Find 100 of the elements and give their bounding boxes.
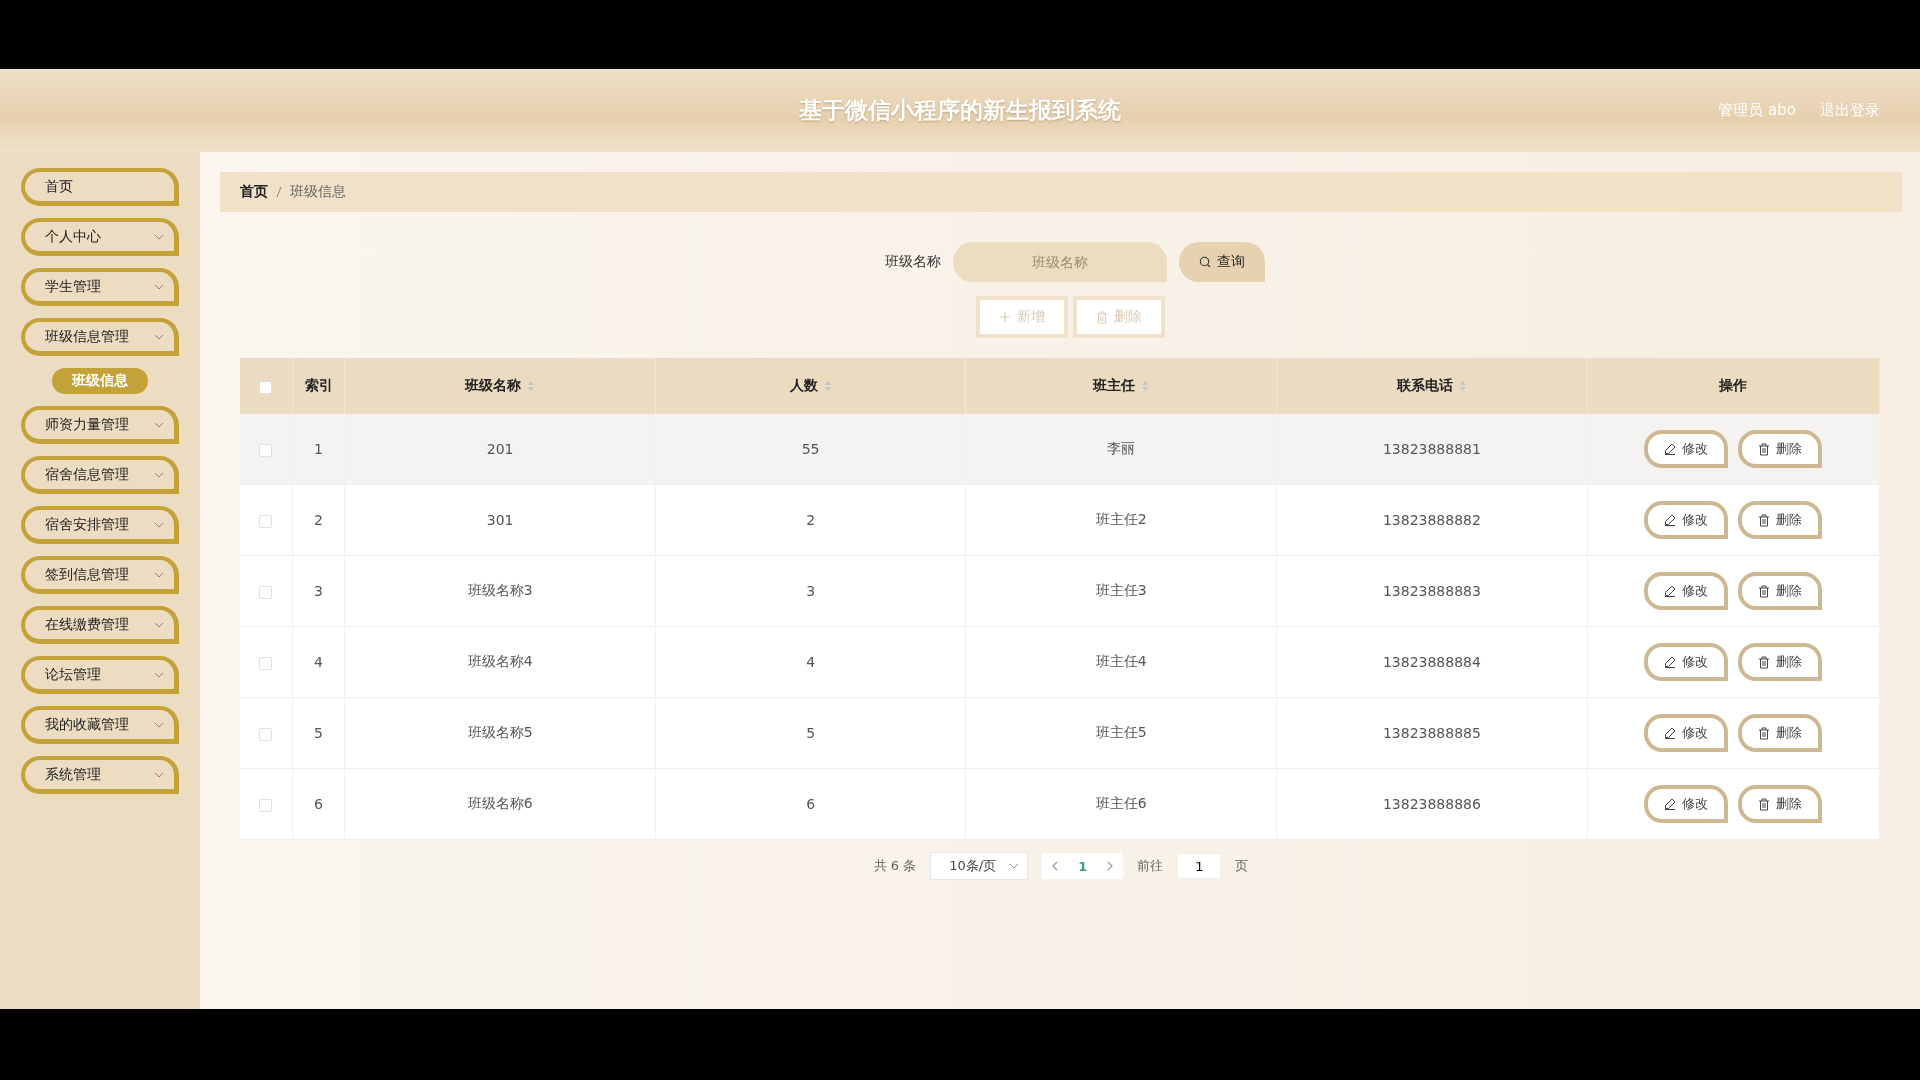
- trash-icon: [1758, 726, 1771, 740]
- edit-button[interactable]: 修改: [1644, 572, 1729, 610]
- table-cell: 班主任5: [1095, 724, 1147, 740]
- chevron-down-icon: [154, 671, 164, 678]
- pencil-icon: [1664, 798, 1677, 810]
- checkbox[interactable]: [259, 514, 273, 528]
- search-button[interactable]: 查询: [1179, 242, 1265, 282]
- checkbox[interactable]: [259, 380, 273, 394]
- separator-icon: [276, 186, 282, 198]
- chevron-down-icon: [154, 621, 164, 628]
- trash-icon: [1095, 310, 1108, 324]
- chevron-down-icon: [154, 771, 164, 778]
- checkbox[interactable]: [259, 727, 273, 741]
- table-cell: 1: [314, 441, 323, 457]
- sidebar-item[interactable]: 首页: [21, 168, 179, 206]
- table-cell: 5: [314, 725, 323, 741]
- table-cell: 班主任6: [1095, 795, 1147, 811]
- delete-button[interactable]: 删除: [1738, 572, 1823, 610]
- sidebar-item[interactable]: 师资力量管理: [21, 406, 179, 444]
- column-header: 班主任: [1093, 377, 1136, 395]
- column-header: 班级名称: [465, 377, 522, 395]
- pencil-icon: [1664, 443, 1677, 455]
- sidebar-item[interactable]: 我的收藏管理: [21, 706, 179, 744]
- sort-icon[interactable]: [527, 380, 536, 392]
- sidebar-item[interactable]: 宿舍安排管理: [21, 506, 179, 544]
- table-cell: 201: [486, 441, 514, 457]
- page-input[interactable]: 1: [1177, 853, 1222, 879]
- sidebar-item[interactable]: 个人中心: [21, 218, 179, 256]
- sidebar-item[interactable]: 班级信息管理: [21, 318, 179, 356]
- table-cell: 13823888883: [1382, 583, 1481, 599]
- sidebar-item[interactable]: 签到信息管理: [21, 556, 179, 594]
- sort-icon[interactable]: [823, 380, 832, 392]
- checkbox[interactable]: [259, 656, 273, 670]
- chevron-down-icon: [154, 421, 164, 428]
- chevron-down-icon: [154, 471, 164, 478]
- page-suffix: 页: [1235, 857, 1249, 875]
- prev-page-icon[interactable]: [1052, 861, 1059, 871]
- chevron-down-icon: [154, 571, 164, 578]
- sidebar-item[interactable]: 宿舍信息管理: [21, 456, 179, 494]
- page-size-select[interactable]: 10条/页: [930, 852, 1029, 880]
- trash-icon: [1758, 442, 1771, 456]
- checkbox[interactable]: [259, 585, 273, 599]
- table-cell: 4: [806, 654, 816, 670]
- breadcrumb-link[interactable]: 班级信息: [290, 183, 346, 201]
- delete-button[interactable]: 删除: [1738, 430, 1823, 468]
- sort-icon[interactable]: [1141, 380, 1150, 392]
- user-label: 管理员 abo: [1718, 101, 1796, 120]
- table-cell: 301: [486, 512, 514, 528]
- table-cell: 3: [806, 583, 816, 599]
- delete-button[interactable]: 删除: [1738, 785, 1823, 823]
- sidebar-item[interactable]: 系统管理: [21, 756, 179, 794]
- checkbox[interactable]: [259, 798, 273, 812]
- trash-icon: [1758, 584, 1771, 598]
- chevron-down-icon: [154, 521, 164, 528]
- table-cell: 2: [314, 512, 323, 528]
- chevron-down-icon: [1009, 863, 1020, 869]
- pencil-icon: [1664, 656, 1677, 668]
- table-cell: 班级名称5: [467, 724, 533, 740]
- chevron-down-icon: [154, 283, 164, 290]
- chevron-down-icon: [154, 233, 164, 240]
- table-cell: 5: [806, 725, 816, 741]
- table-cell: 13823888885: [1382, 725, 1481, 741]
- sort-icon[interactable]: [1458, 380, 1467, 392]
- edit-button[interactable]: 修改: [1644, 501, 1729, 539]
- table-cell: 班级名称3: [467, 582, 533, 598]
- column-header: 索引: [304, 377, 333, 395]
- search-icon: [1199, 256, 1211, 268]
- column-header: 操作: [1719, 377, 1748, 395]
- sidebar-item[interactable]: 论坛管理: [21, 656, 179, 694]
- total-count: 共 6 条: [873, 857, 917, 875]
- edit-button[interactable]: 修改: [1644, 643, 1729, 681]
- trash-icon: [1758, 797, 1771, 811]
- table-cell: 6: [314, 796, 323, 812]
- sidebar-item[interactable]: 在线缴费管理: [21, 606, 179, 644]
- chevron-down-icon: [154, 333, 164, 340]
- breadcrumb-link[interactable]: 首页: [240, 183, 268, 201]
- table-cell: 13823888882: [1382, 512, 1481, 528]
- app-title: 基于微信小程序的新生报到系统: [799, 96, 1121, 125]
- next-page-icon[interactable]: [1107, 861, 1114, 871]
- pencil-icon: [1664, 727, 1677, 739]
- edit-button[interactable]: 修改: [1644, 714, 1729, 752]
- table-cell: 班级名称6: [467, 795, 533, 811]
- edit-button[interactable]: 修改: [1644, 785, 1729, 823]
- pencil-icon: [1664, 585, 1677, 597]
- delete-button[interactable]: 删除: [1738, 501, 1823, 539]
- table-cell: 班主任4: [1095, 653, 1147, 669]
- delete-button[interactable]: 删除: [1738, 643, 1823, 681]
- checkbox[interactable]: [259, 443, 273, 457]
- table-cell: 2: [806, 512, 816, 528]
- edit-button[interactable]: 修改: [1644, 430, 1729, 468]
- table-cell: 班主任2: [1095, 511, 1147, 527]
- column-header: 联系电话: [1396, 377, 1453, 395]
- table-cell: 班主任3: [1095, 582, 1147, 598]
- table-cell: 13823888886: [1382, 796, 1481, 812]
- delete-button[interactable]: 删除: [1738, 714, 1823, 752]
- table-cell: 4: [314, 654, 323, 670]
- sidebar-item[interactable]: 学生管理: [21, 268, 179, 306]
- table-cell: 班级名称4: [467, 653, 533, 669]
- table-cell: 6: [806, 796, 816, 812]
- search-field[interactable]: 班级名称: [953, 242, 1167, 282]
